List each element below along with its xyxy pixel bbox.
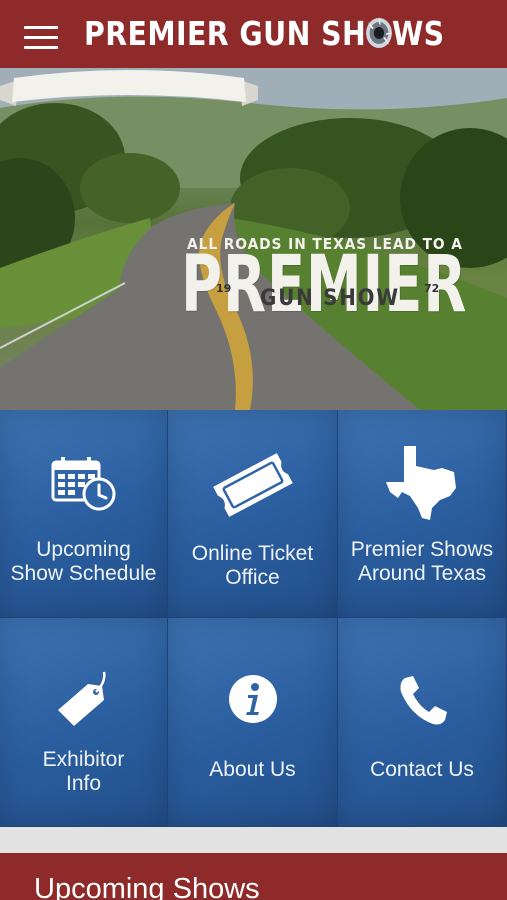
bullet-hole-icon xyxy=(364,16,393,50)
tile-premier-shows-around-texas[interactable]: Premier Shows Around Texas xyxy=(338,410,507,618)
tile-contact-us[interactable]: Contact Us xyxy=(338,618,507,827)
ribbon-text: GUN SHOW xyxy=(260,286,400,311)
tag-icon xyxy=(57,671,106,726)
tile-label: Premier Shows Around Texas xyxy=(350,538,494,585)
year-right: 72 xyxy=(424,282,440,295)
tile-label: Contact Us xyxy=(370,758,474,781)
logo-text-start: PREMIER GUN SH xyxy=(84,14,367,53)
year-left: 19 xyxy=(216,282,232,295)
tile-about-us[interactable]: About Us xyxy=(168,618,338,827)
logo-text-end: WS xyxy=(391,14,445,53)
section-title: Upcoming Shows xyxy=(34,873,260,900)
calendar-clock-icon xyxy=(51,457,115,511)
texas-map-icon xyxy=(386,446,456,520)
menu-icon[interactable] xyxy=(24,26,58,50)
info-icon xyxy=(228,675,277,723)
upcoming-shows-header[interactable]: Upcoming Shows xyxy=(0,853,507,900)
menu-grid: Upcoming Show Schedule Online Ticket Offic… xyxy=(0,410,507,827)
tile-label: Exhibitor Info xyxy=(42,748,125,795)
tile-upcoming-show-schedule[interactable]: Upcoming Show Schedule xyxy=(0,410,168,618)
ribbon-banner xyxy=(0,70,258,106)
hero-banner: ALL ROADS IN TEXAS LEAD TO A PREMIER 19 … xyxy=(0,68,507,410)
tile-label: Online Ticket Office xyxy=(191,542,314,589)
tile-label: About Us xyxy=(209,758,296,781)
phone-icon xyxy=(400,676,447,725)
section-divider xyxy=(0,827,507,853)
tile-exhibitor-info[interactable]: Exhibitor Info xyxy=(0,618,168,827)
tile-online-ticket-office[interactable]: Online Ticket Office xyxy=(168,410,338,618)
ticket-icon xyxy=(212,453,293,517)
app-logo[interactable]: PREMIER GUN SH WS xyxy=(84,14,445,53)
app-header: PREMIER GUN SH WS xyxy=(0,0,507,68)
tile-label: Upcoming Show Schedule xyxy=(10,538,157,585)
